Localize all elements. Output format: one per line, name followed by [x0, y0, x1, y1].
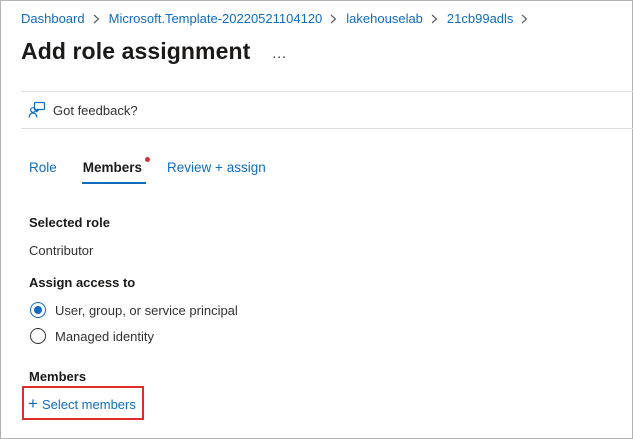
selected-role-value: Contributor	[29, 243, 94, 258]
tab-members-label: Members	[82, 160, 143, 175]
more-options-button[interactable]: ...	[272, 45, 287, 61]
feedback-button[interactable]: Got feedback?	[28, 101, 138, 119]
radio-label: User, group, or service principal	[55, 302, 238, 318]
title-row: Add role assignment ...	[21, 38, 287, 65]
tab-members[interactable]: Members	[81, 157, 151, 184]
breadcrumb-template[interactable]: Microsoft.Template-20220521104120	[109, 11, 323, 26]
radio-unchecked-icon[interactable]	[30, 328, 46, 344]
selected-role-label: Selected role	[29, 215, 110, 230]
radio-label: Managed identity	[55, 328, 155, 344]
radio-checked-icon[interactable]	[30, 302, 46, 318]
required-dot-icon	[145, 157, 151, 162]
members-label: Members	[29, 369, 87, 384]
tab-review-assign[interactable]: Review + assign	[167, 160, 266, 184]
radio-user-group-service-principal[interactable]: User, group, or service principal	[30, 302, 238, 318]
radio-managed-identity[interactable]: Managed identity	[30, 328, 154, 344]
divider	[21, 91, 633, 92]
divider	[21, 128, 633, 129]
chevron-right-icon	[93, 14, 100, 24]
chevron-right-icon	[330, 14, 337, 24]
feedback-label: Got feedback?	[53, 102, 138, 118]
assign-access-label: Assign access to	[29, 275, 136, 290]
select-members-button[interactable]: + Select members	[28, 393, 136, 413]
breadcrumb: Dashboard Microsoft.Template-20220521104…	[21, 11, 537, 26]
breadcrumb-resource-group[interactable]: lakehouselab	[346, 11, 423, 26]
plus-icon: +	[28, 393, 38, 413]
chevron-right-icon	[431, 14, 438, 24]
breadcrumb-storage-account[interactable]: 21cb99adls	[447, 11, 514, 26]
breadcrumb-dashboard[interactable]: Dashboard	[21, 11, 85, 26]
tab-list: Role Members Review + assign	[29, 157, 266, 184]
page-title: Add role assignment	[21, 38, 251, 64]
feedback-person-icon	[28, 101, 46, 119]
tab-role[interactable]: Role	[29, 160, 57, 184]
select-members-label: Select members	[41, 397, 136, 412]
chevron-right-icon	[521, 14, 528, 24]
